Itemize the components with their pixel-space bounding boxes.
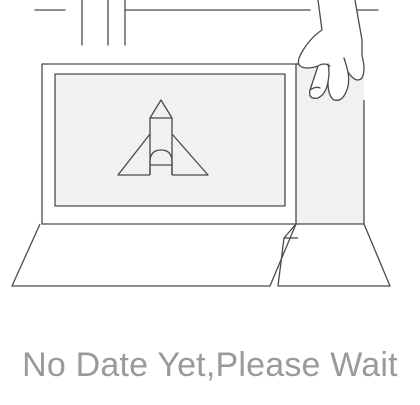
screen-fill <box>55 74 285 206</box>
empty-state-message: No Date Yet,Please Wait <box>22 346 398 384</box>
laptop-with-hand-icon <box>11 0 391 287</box>
empty-state: No Date Yet,Please Wait <box>0 0 420 405</box>
